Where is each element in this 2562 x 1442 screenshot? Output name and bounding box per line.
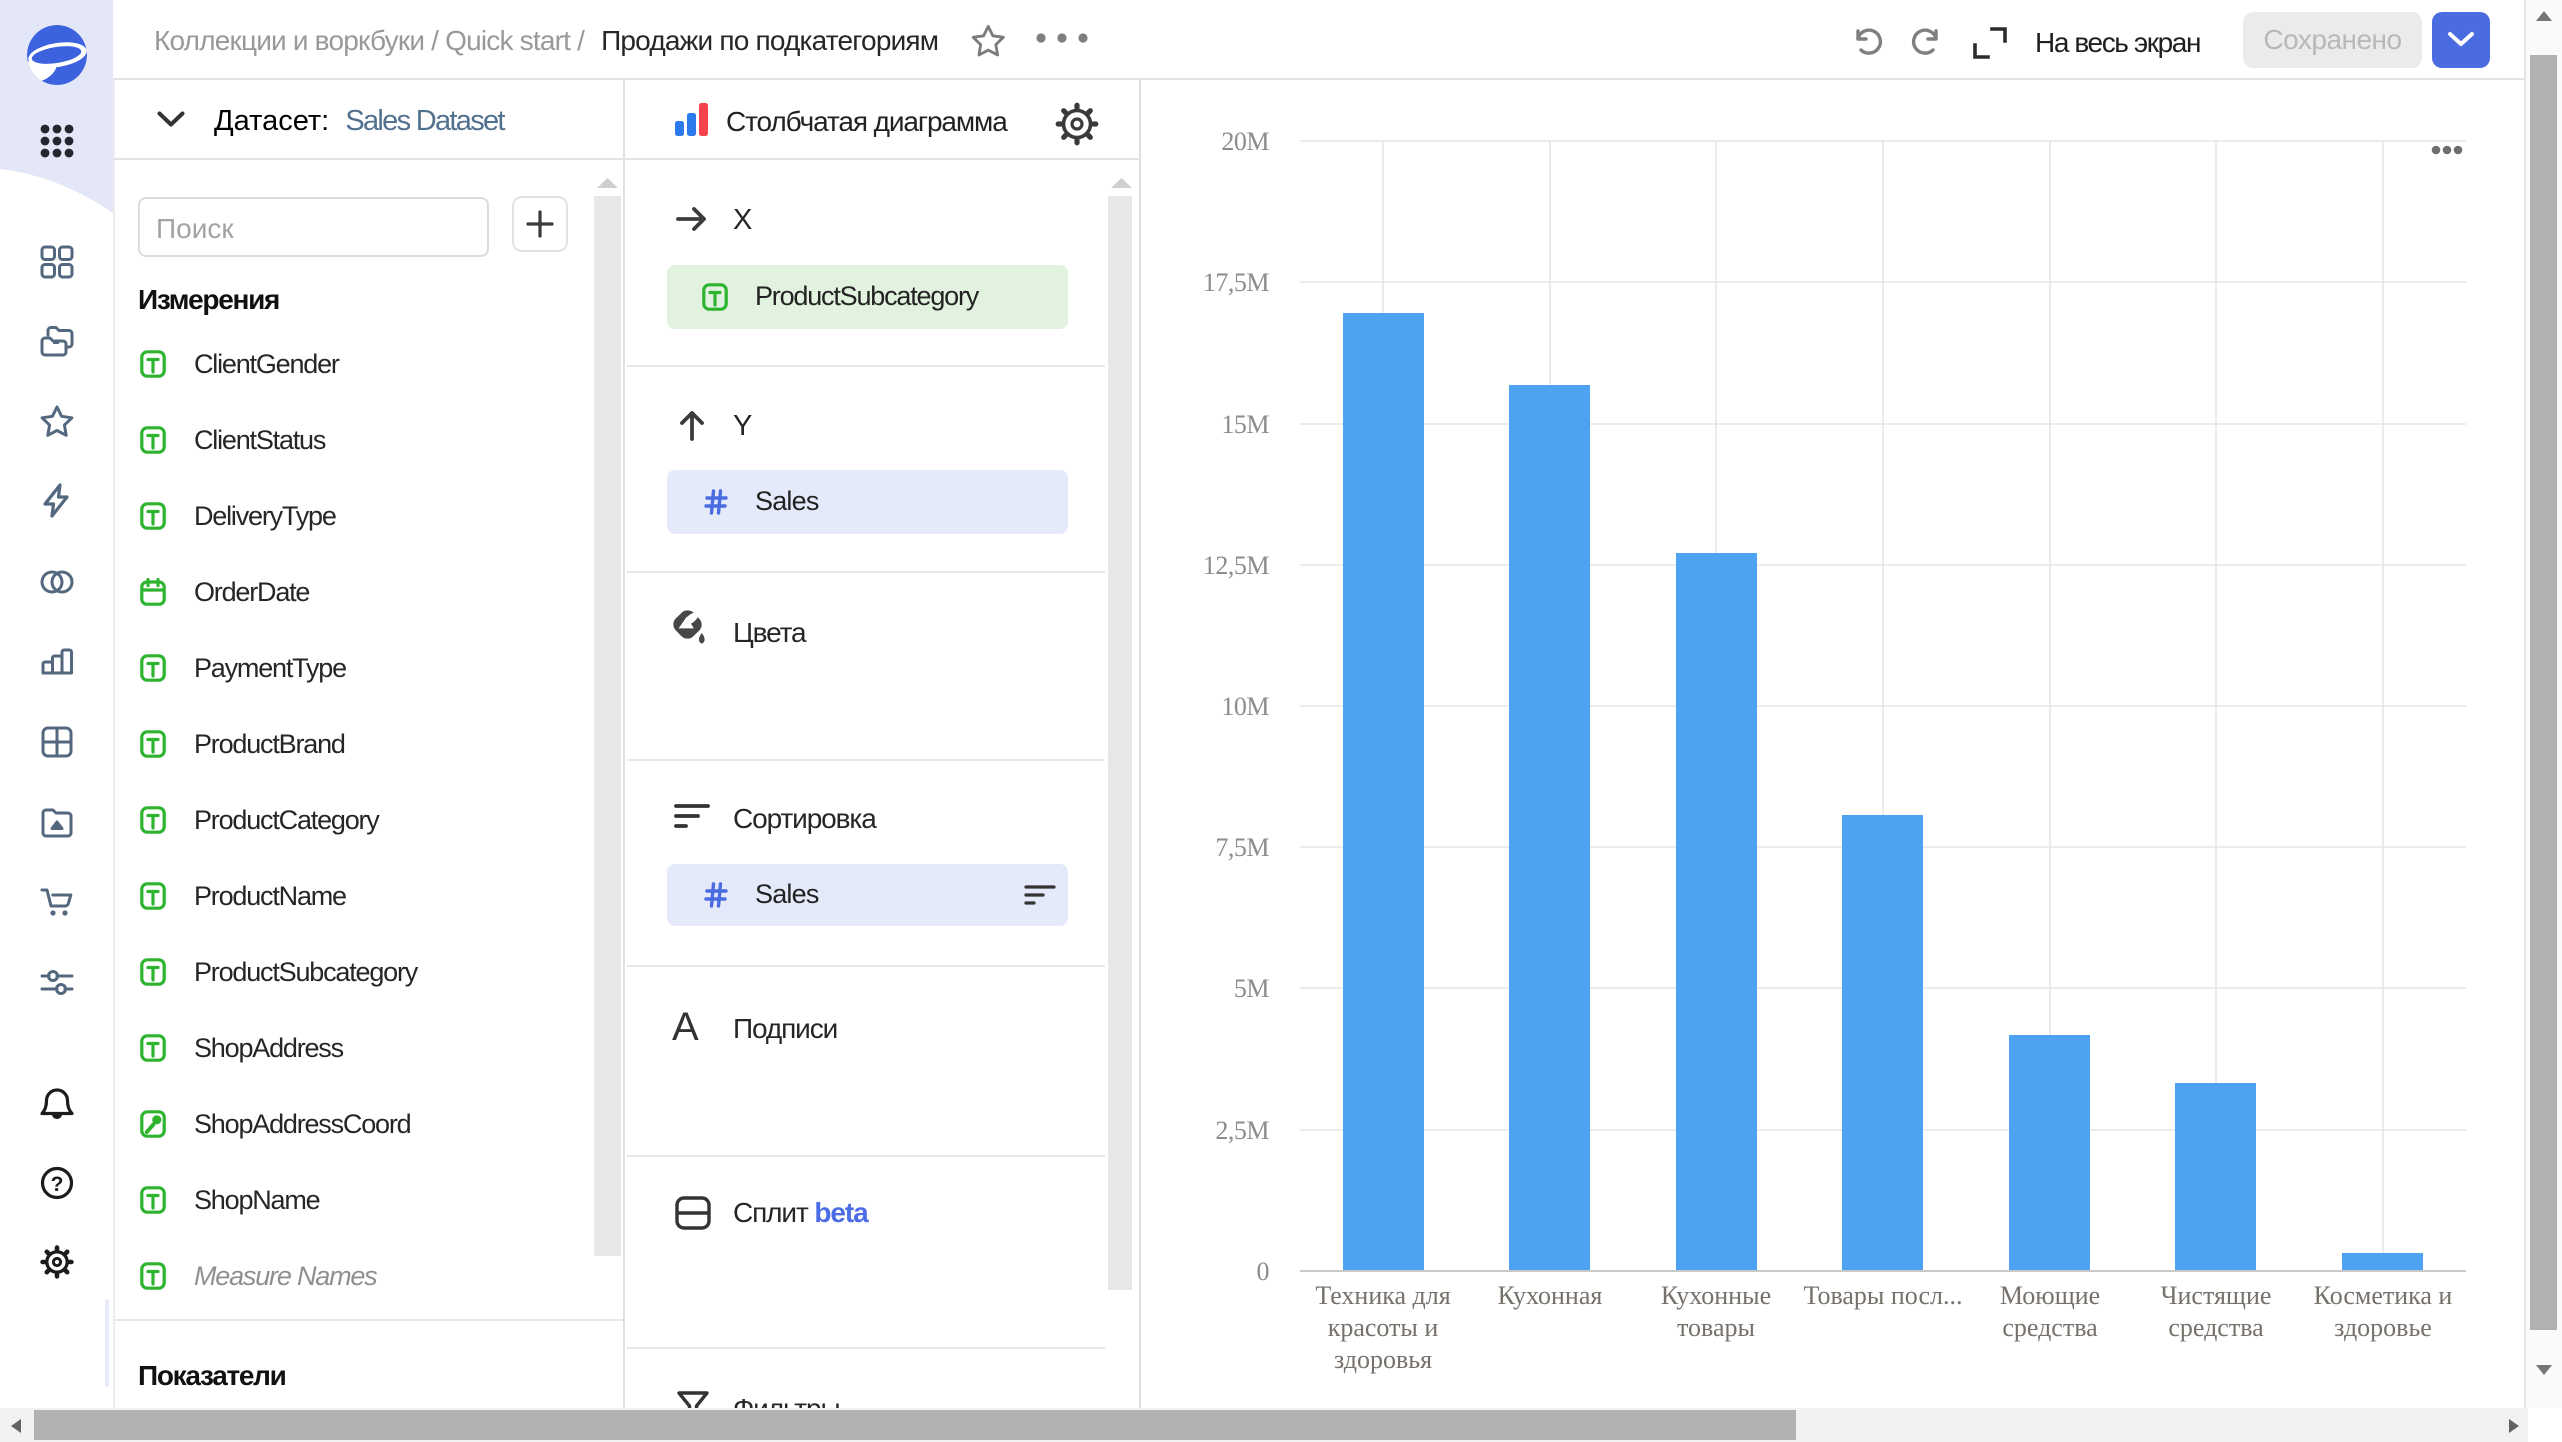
svg-text:15M: 15M [1221, 410, 1269, 439]
svg-text:товары: товары [1677, 1313, 1755, 1342]
svg-text:7,5M: 7,5M [1215, 833, 1269, 862]
svg-text:Косметика и: Косметика и [2314, 1281, 2453, 1310]
svg-text:?: ? [51, 1173, 64, 1196]
svg-text:средства: средства [2002, 1313, 2098, 1342]
svg-text:20M: 20M [1221, 127, 1269, 156]
svg-text:Товары посл...: Товары посл... [1804, 1281, 1963, 1310]
svg-text:5M: 5M [1234, 974, 1270, 1003]
svg-text:Кухонные: Кухонные [1661, 1281, 1771, 1310]
svg-text:Техника для: Техника для [1315, 1281, 1450, 1310]
svg-text:средства: средства [2168, 1313, 2264, 1342]
svg-text:здоровье: здоровье [2334, 1313, 2432, 1342]
svg-text:Чистящие: Чистящие [2161, 1281, 2272, 1310]
svg-text:12,5M: 12,5M [1203, 551, 1270, 580]
svg-text:красоты и: красоты и [1328, 1313, 1439, 1342]
svg-text:Кухонная: Кухонная [1498, 1281, 1603, 1310]
svg-text:17,5M: 17,5M [1203, 268, 1270, 297]
svg-text:здоровья: здоровья [1334, 1345, 1432, 1374]
svg-text:Моющие: Моющие [2000, 1281, 2100, 1310]
svg-text:10M: 10M [1221, 692, 1269, 721]
svg-text:0: 0 [1257, 1257, 1270, 1286]
svg-text:2,5M: 2,5M [1215, 1116, 1269, 1145]
